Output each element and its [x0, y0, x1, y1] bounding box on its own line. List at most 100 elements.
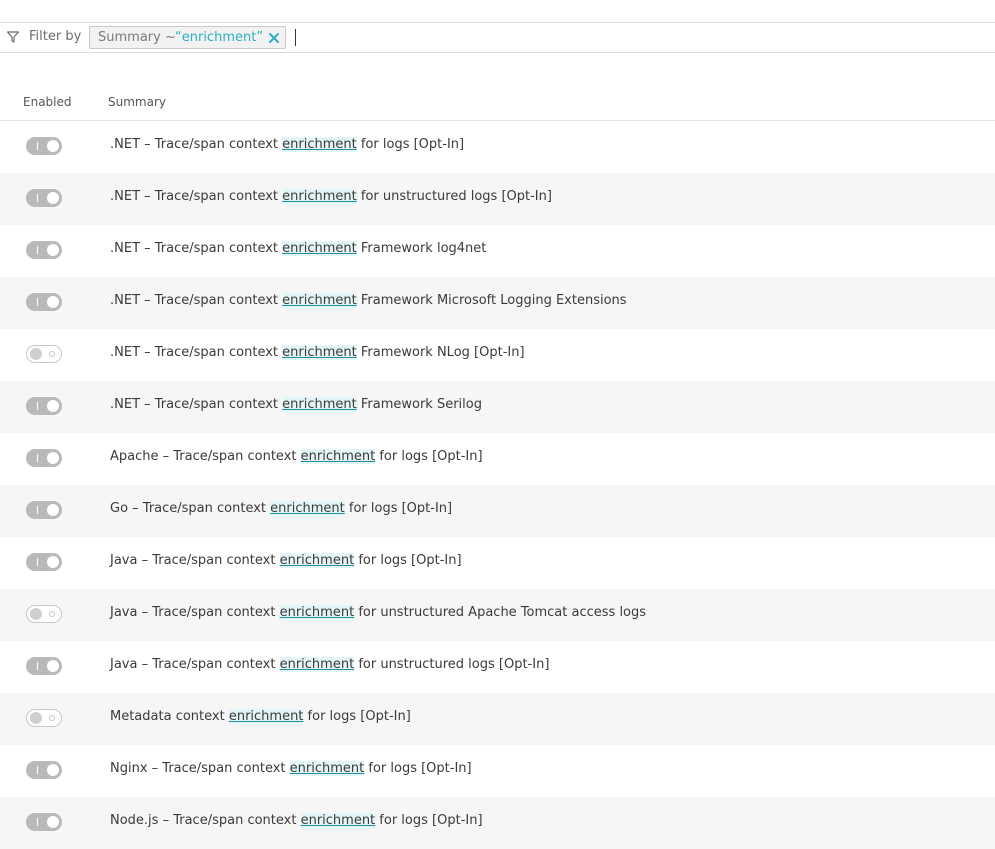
table-row[interactable]: Go – Trace/span context enrichment for l… [0, 485, 995, 537]
toggle-mark [37, 558, 38, 566]
summary-prefix: .NET – Trace/span context [110, 137, 283, 152]
summary-prefix: Nginx – Trace/span context [110, 761, 290, 776]
enabled-toggle[interactable] [26, 501, 62, 519]
toggle-knob [30, 348, 42, 360]
summary-suffix: Framework log4net [356, 241, 487, 256]
search-highlight: enrichment [282, 293, 357, 308]
summary-text[interactable]: .NET – Trace/span context enrichment Fra… [110, 345, 525, 360]
toggle-mark [37, 402, 38, 410]
summary-suffix: for unstructured logs [Opt-In] [356, 189, 552, 204]
table-row[interactable]: Apache – Trace/span context enrichment f… [0, 433, 995, 485]
toggle-knob [47, 452, 59, 464]
summary-suffix: for logs [Opt-In] [356, 137, 465, 152]
toggle-mark [37, 766, 38, 774]
table-row[interactable]: Java – Trace/span context enrichment for… [0, 641, 995, 693]
summary-text[interactable]: .NET – Trace/span context enrichment Fra… [110, 293, 627, 308]
toggle-knob [47, 140, 59, 152]
summary-text[interactable]: .NET – Trace/span context enrichment for… [110, 137, 464, 152]
summary-text[interactable]: Metadata context enrichment for logs [Op… [110, 709, 411, 724]
summary-text[interactable]: Go – Trace/span context enrichment for l… [110, 501, 452, 516]
toggle-knob [30, 608, 42, 620]
table-row[interactable]: Java – Trace/span context enrichment for… [0, 537, 995, 589]
summary-text[interactable]: Apache – Trace/span context enrichment f… [110, 449, 483, 464]
toggle-mark [37, 246, 38, 254]
close-icon[interactable] [268, 32, 280, 44]
search-highlight: enrichment [282, 189, 357, 204]
filter-chip-key: Summary ~ [98, 30, 176, 45]
column-header-enabled[interactable]: Enabled [23, 95, 72, 109]
enabled-toggle[interactable] [26, 813, 62, 831]
search-highlight: enrichment [300, 813, 376, 828]
search-highlight: enrichment [270, 501, 345, 516]
enabled-toggle[interactable] [26, 553, 62, 571]
enabled-toggle[interactable] [26, 605, 62, 623]
summary-text[interactable]: Nginx – Trace/span context enrichment fo… [110, 761, 472, 776]
table-row[interactable]: .NET – Trace/span context enrichment Fra… [0, 277, 995, 329]
filter-label: Filter by [29, 29, 82, 44]
summary-text[interactable]: .NET – Trace/span context enrichment Fra… [110, 241, 486, 256]
toggle-mark [49, 351, 55, 357]
summary-text[interactable]: .NET – Trace/span context enrichment for… [110, 189, 552, 204]
enabled-toggle[interactable] [26, 293, 62, 311]
toggle-mark [37, 662, 38, 670]
summary-prefix: .NET – Trace/span context [110, 241, 283, 256]
table-row[interactable]: Nginx – Trace/span context enrichment fo… [0, 745, 995, 797]
toggle-mark [37, 818, 38, 826]
search-highlight: enrichment [228, 709, 304, 724]
toggle-knob [47, 816, 59, 828]
table-row[interactable]: .NET – Trace/span context enrichment for… [0, 121, 995, 173]
enabled-toggle[interactable] [26, 137, 62, 155]
toggle-mark [49, 715, 55, 721]
enabled-toggle[interactable] [26, 345, 62, 363]
enabled-toggle[interactable] [26, 189, 62, 207]
toggle-knob [47, 192, 59, 204]
toggle-mark [37, 142, 38, 150]
summary-text[interactable]: .NET – Trace/span context enrichment Fra… [110, 397, 482, 412]
filter-chip-value: “enrichment” [175, 30, 264, 45]
enabled-toggle[interactable] [26, 449, 62, 467]
table-row[interactable]: .NET – Trace/span context enrichment for… [0, 173, 995, 225]
search-highlight: enrichment [279, 657, 355, 672]
summary-prefix: .NET – Trace/span context [110, 345, 283, 360]
table-row[interactable]: .NET – Trace/span context enrichment Fra… [0, 381, 995, 433]
toggle-knob [30, 712, 42, 724]
summary-suffix: for logs [Opt-In] [375, 449, 483, 464]
summary-prefix: Java – Trace/span context [110, 553, 280, 568]
summary-prefix: .NET – Trace/span context [110, 293, 283, 308]
toggle-mark [49, 611, 55, 617]
summary-prefix: Node.js – Trace/span context [110, 813, 301, 828]
summary-suffix: for logs [Opt-In] [344, 501, 453, 516]
toggle-mark [37, 298, 38, 306]
enabled-toggle[interactable] [26, 709, 62, 727]
summary-text[interactable]: Java – Trace/span context enrichment for… [110, 553, 462, 568]
table-row[interactable]: Node.js – Trace/span context enrichment … [0, 797, 995, 849]
table-row[interactable]: .NET – Trace/span context enrichment Fra… [0, 225, 995, 277]
toggle-knob [47, 660, 59, 672]
summary-suffix: for logs [Opt-In] [354, 553, 462, 568]
summary-suffix: for logs [Opt-In] [375, 813, 483, 828]
search-highlight: enrichment [279, 553, 355, 568]
summary-text[interactable]: Java – Trace/span context enrichment for… [110, 657, 549, 672]
filter-bar[interactable]: Filter by Summary ~ “enrichment” [0, 23, 995, 53]
toggle-mark [37, 506, 38, 514]
search-highlight: enrichment [282, 397, 357, 412]
summary-suffix: Framework Microsoft Logging Extensions [356, 293, 627, 308]
summary-prefix: .NET – Trace/span context [110, 397, 283, 412]
toggle-knob [47, 244, 59, 256]
summary-text[interactable]: Node.js – Trace/span context enrichment … [110, 813, 483, 828]
summary-text[interactable]: Java – Trace/span context enrichment for… [110, 605, 646, 620]
table-row[interactable]: Metadata context enrichment for logs [Op… [0, 693, 995, 745]
enabled-toggle[interactable] [26, 241, 62, 259]
enabled-toggle[interactable] [26, 657, 62, 675]
summary-suffix: for unstructured Apache Tomcat access lo… [354, 605, 647, 620]
enabled-toggle[interactable] [26, 397, 62, 415]
table-row[interactable]: Java – Trace/span context enrichment for… [0, 589, 995, 641]
table-row[interactable]: .NET – Trace/span context enrichment Fra… [0, 329, 995, 381]
column-header-summary[interactable]: Summary [108, 95, 166, 109]
summary-prefix: Go – Trace/span context [110, 501, 271, 516]
filter-input-caret[interactable] [295, 29, 296, 46]
enabled-toggle[interactable] [26, 761, 62, 779]
summary-suffix: Framework Serilog [356, 397, 482, 412]
filter-chip[interactable]: Summary ~ “enrichment” [89, 26, 286, 49]
toggle-knob [47, 296, 59, 308]
